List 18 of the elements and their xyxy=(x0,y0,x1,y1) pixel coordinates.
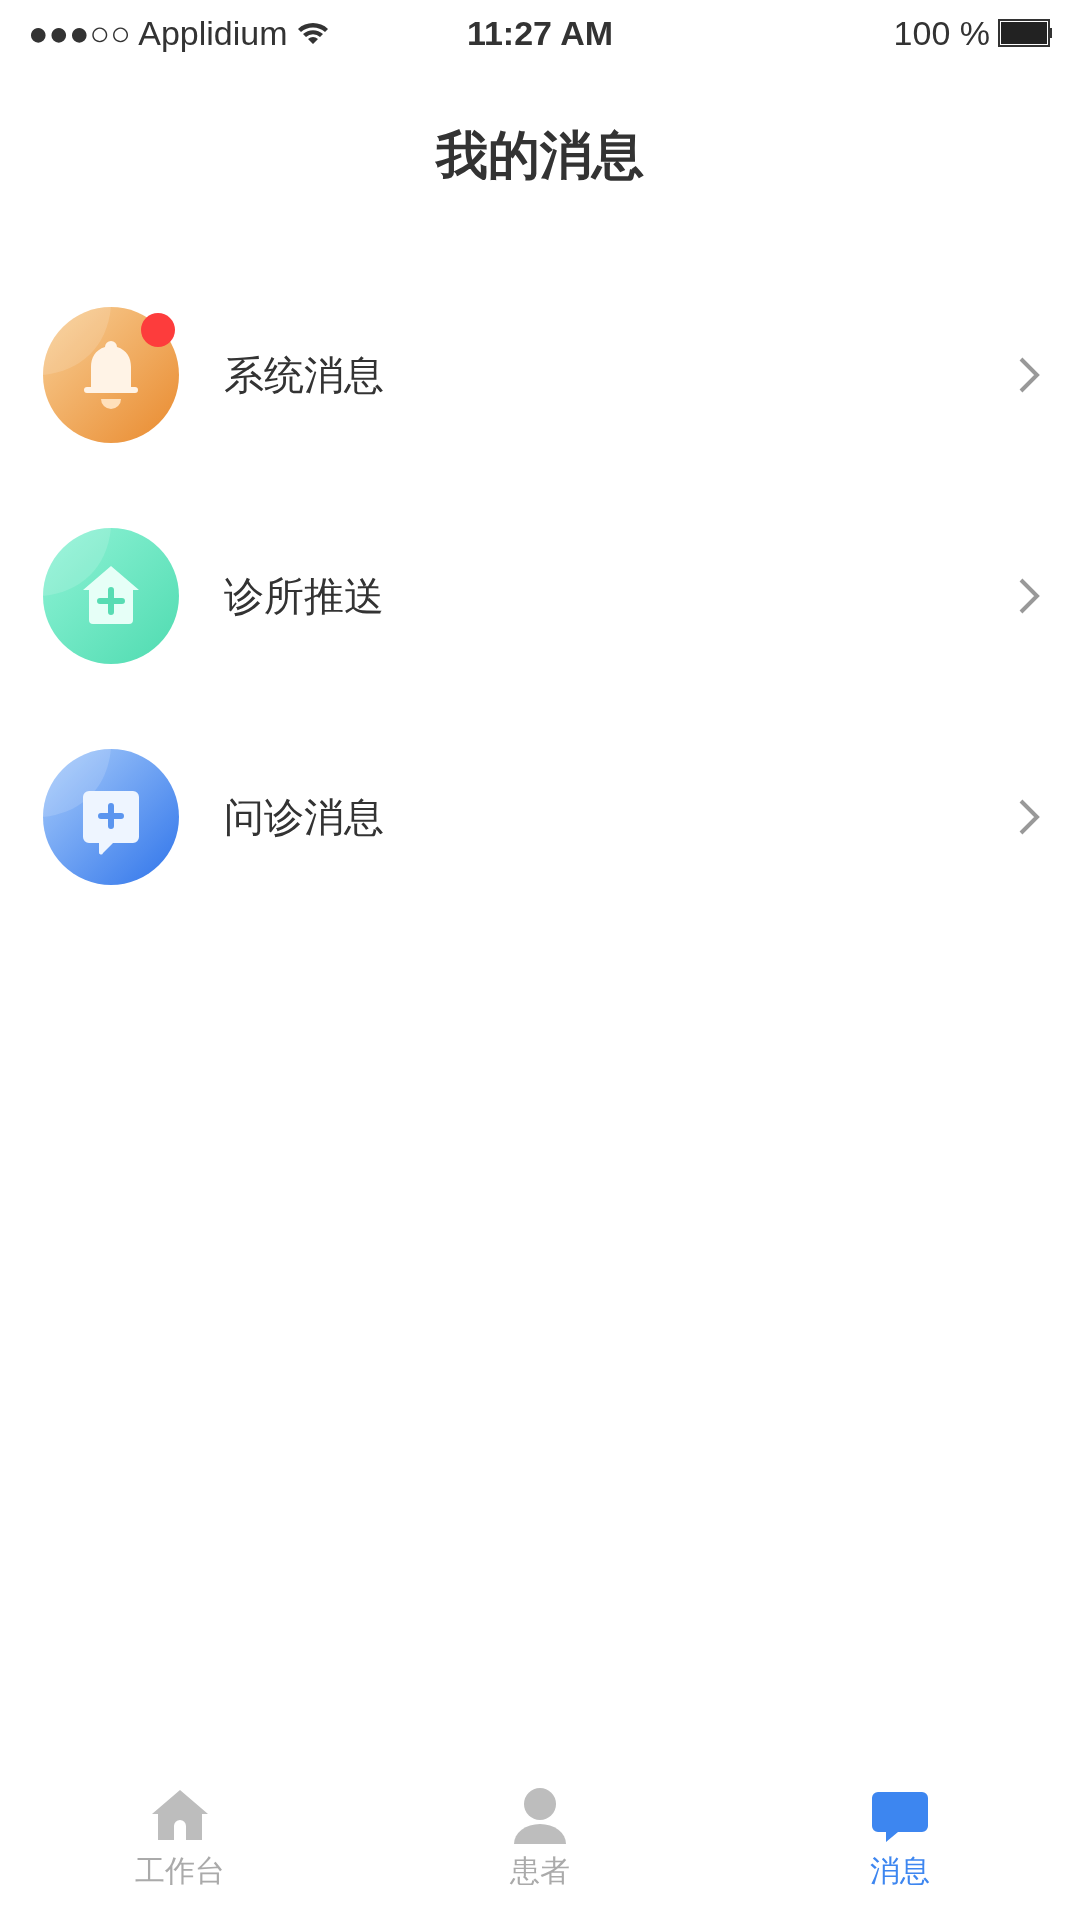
category-label: 诊所推送 xyxy=(224,572,385,620)
carrier-text: ●●●○○ Applidium xyxy=(28,12,288,54)
message-category-row[interactable]: 系统消息 xyxy=(0,264,1080,485)
message-category-row[interactable]: 问诊消息 xyxy=(0,706,1080,927)
category-label: 问诊消息 xyxy=(224,793,385,841)
category-label: 系统消息 xyxy=(224,351,385,399)
battery-text: 100 % xyxy=(893,12,990,54)
page-title: 我的消息 xyxy=(434,125,645,186)
message-category-row[interactable]: 诊所推送 xyxy=(0,485,1080,706)
bell-icon xyxy=(43,306,179,443)
chevron-right-icon xyxy=(1018,576,1040,615)
chevron-right-icon xyxy=(1018,355,1040,394)
chevron-right-icon xyxy=(1018,797,1040,836)
tab-item[interactable]: 消息 xyxy=(720,1770,1080,1920)
battery-icon xyxy=(998,19,1052,47)
house-plus-icon xyxy=(43,527,179,664)
clock-text: 11:27 AM xyxy=(466,12,614,54)
chat-plus-icon xyxy=(43,748,179,885)
